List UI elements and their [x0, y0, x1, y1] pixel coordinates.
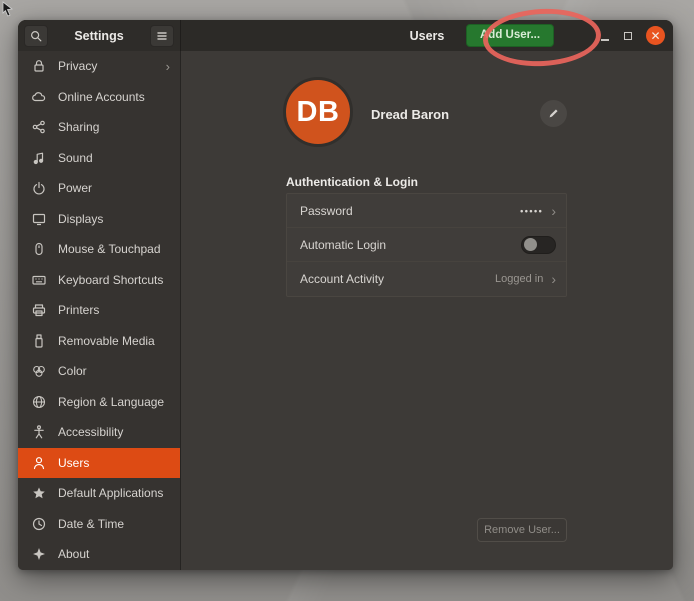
user-avatar[interactable]: DB: [283, 77, 353, 147]
chevron-right-icon: ›: [166, 60, 170, 73]
sidebar-item-region-language[interactable]: Region & Language: [18, 387, 180, 418]
chevron-right-icon: ›: [551, 272, 556, 286]
sidebar-item-accessibility[interactable]: Accessibility: [18, 417, 180, 448]
sidebar-item-label: Privacy: [58, 59, 155, 73]
sidebar-item-printers[interactable]: Printers: [18, 295, 180, 326]
password-label: Password: [300, 204, 520, 218]
keyboard-icon: [31, 272, 47, 288]
hamburger-icon: [156, 30, 168, 42]
clock-icon: [31, 516, 47, 532]
sidebar-item-default-applications[interactable]: Default Applications: [18, 478, 180, 509]
automatic-login-label: Automatic Login: [300, 238, 521, 252]
sidebar-item-about[interactable]: About: [18, 539, 180, 570]
section-title: Authentication & Login: [286, 175, 418, 189]
account-activity-label: Account Activity: [300, 272, 495, 286]
sidebar-item-displays[interactable]: Displays: [18, 204, 180, 235]
sidebar-headerbar: Settings: [18, 20, 181, 51]
pencil-icon: [547, 107, 560, 120]
mouse-icon: [31, 241, 47, 257]
usb-drive-icon: [31, 333, 47, 349]
account-activity-value: Logged in: [495, 273, 543, 285]
add-user-button[interactable]: Add User...: [466, 24, 554, 47]
toggle-knob: [524, 238, 537, 251]
sidebar-item-mouse-touchpad[interactable]: Mouse & Touchpad: [18, 234, 180, 265]
printer-icon: [31, 302, 47, 318]
minimize-button[interactable]: [600, 31, 610, 41]
auth-login-panel: Password ••••• › Automatic Login Account…: [286, 193, 567, 297]
maximize-button[interactable]: [624, 32, 632, 40]
sidebar-item-label: Printers: [58, 303, 170, 317]
sidebar-item-color[interactable]: Color: [18, 356, 180, 387]
settings-window: Settings Users Add User... ✕: [18, 20, 673, 570]
color-circles-icon: [31, 363, 47, 379]
power-icon: [31, 180, 47, 196]
search-button[interactable]: [24, 25, 48, 47]
sidebar-item-label: Keyboard Shortcuts: [58, 273, 170, 287]
user-full-name: Dread Baron: [371, 107, 449, 122]
search-icon: [29, 29, 43, 43]
sidebar-item-online-accounts[interactable]: Online Accounts: [18, 82, 180, 113]
sidebar-item-removable-media[interactable]: Removable Media: [18, 326, 180, 357]
sidebar-item-label: Mouse & Touchpad: [58, 242, 170, 256]
globe-icon: [31, 394, 47, 410]
mouse-cursor: [1, 1, 15, 17]
cloud-icon: [31, 89, 47, 105]
titlebar: Settings Users Add User... ✕: [18, 20, 673, 51]
sidebar-item-label: Sharing: [58, 120, 170, 134]
share-icon: [31, 119, 47, 135]
sidebar-item-label: Date & Time: [58, 517, 170, 531]
star-icon: [31, 485, 47, 501]
sidebar-item-label: Default Applications: [58, 486, 170, 500]
sidebar-item-label: Color: [58, 364, 170, 378]
automatic-login-row: Automatic Login: [287, 228, 566, 262]
menu-button[interactable]: [150, 25, 174, 47]
sidebar-item-label: Removable Media: [58, 334, 170, 348]
app-title: Settings: [74, 29, 123, 43]
automatic-login-toggle[interactable]: [521, 236, 556, 254]
password-value: •••••: [520, 206, 543, 216]
user-icon: [31, 455, 47, 471]
sidebar-item-date-time[interactable]: Date & Time: [18, 509, 180, 540]
sidebar-item-label: Power: [58, 181, 170, 195]
sidebar: Privacy › Online Accounts Sharing Sound …: [18, 51, 181, 570]
main-headerbar: Users Add User... ✕: [181, 20, 673, 51]
sidebar-item-label: Region & Language: [58, 395, 170, 409]
sidebar-item-label: Sound: [58, 151, 170, 165]
account-activity-row[interactable]: Account Activity Logged in ›: [287, 262, 566, 296]
sidebar-item-users[interactable]: Users: [18, 448, 180, 479]
close-icon: ✕: [650, 30, 660, 42]
password-row[interactable]: Password ••••• ›: [287, 194, 566, 228]
sidebar-item-label: Users: [58, 456, 170, 470]
sidebar-item-sound[interactable]: Sound: [18, 143, 180, 174]
sidebar-item-label: Accessibility: [58, 425, 170, 439]
close-button[interactable]: ✕: [646, 26, 665, 45]
remove-user-button[interactable]: Remove User...: [477, 518, 567, 542]
sidebar-item-label: Online Accounts: [58, 90, 170, 104]
accessibility-icon: [31, 424, 47, 440]
edit-name-button[interactable]: [540, 100, 567, 127]
music-note-icon: [31, 150, 47, 166]
sidebar-item-sharing[interactable]: Sharing: [18, 112, 180, 143]
sparkle-icon: [31, 546, 47, 562]
users-panel: DB Dread Baron Authentication & Login Pa…: [181, 51, 673, 570]
chevron-right-icon: ›: [551, 204, 556, 218]
lock-icon: [31, 58, 47, 74]
sidebar-item-power[interactable]: Power: [18, 173, 180, 204]
sidebar-item-label: About: [58, 547, 170, 561]
sidebar-item-keyboard-shortcuts[interactable]: Keyboard Shortcuts: [18, 265, 180, 296]
window-controls: ✕: [600, 20, 665, 51]
sidebar-item-label: Displays: [58, 212, 170, 226]
display-icon: [31, 211, 47, 227]
sidebar-item-privacy[interactable]: Privacy ›: [18, 51, 180, 82]
